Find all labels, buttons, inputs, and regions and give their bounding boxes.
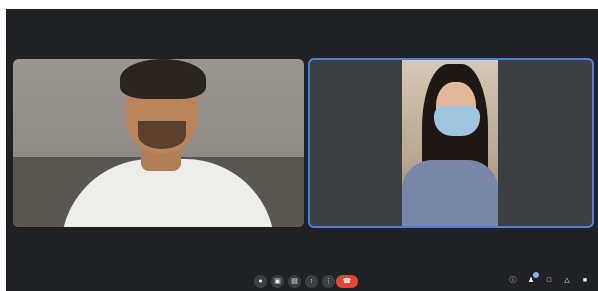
mic-icon: ● [258, 278, 263, 285]
camera-icon: ▣ [274, 278, 281, 285]
more-options-button[interactable]: ⋮ [322, 275, 335, 288]
host-controls-button[interactable]: ■ [580, 276, 590, 286]
captions-button[interactable]: ▤ [288, 275, 301, 288]
participant-tile-right[interactable] [308, 58, 594, 228]
participant-tile-left[interactable] [13, 59, 304, 227]
present-icon: ↑ [309, 278, 314, 285]
activities-button[interactable]: △ [562, 276, 572, 286]
present-button[interactable]: ↑ [305, 275, 318, 288]
participant-video-feed [402, 60, 498, 226]
people-count-badge [533, 272, 539, 278]
mic-button[interactable]: ● [254, 275, 267, 288]
activities-icon: △ [564, 277, 570, 284]
lock-icon: ■ [582, 277, 588, 284]
leave-call-button[interactable]: ☎ [336, 275, 358, 288]
people-icon: ♟ [527, 277, 535, 284]
chat-button[interactable]: □ [544, 276, 554, 286]
video-person-hair [120, 59, 206, 99]
video-person-beard [138, 121, 186, 149]
meeting-details-button[interactable]: ⓘ [508, 276, 518, 286]
camera-button[interactable]: ▣ [271, 275, 284, 288]
bottom-control-bar: ● ▣ ▤ ↑ ⋮ ☎ ⓘ ♟ □ △ ■ [6, 271, 598, 291]
captions-icon: ▤ [291, 278, 298, 285]
call-end-icon: ☎ [342, 278, 352, 285]
more-icon: ⋮ [325, 278, 332, 285]
chat-icon: □ [546, 277, 552, 284]
info-icon: ⓘ [509, 277, 517, 284]
video-person-body [402, 160, 498, 226]
meeting-stage: ● ▣ ▤ ↑ ⋮ ☎ ⓘ ♟ □ △ ■ [6, 9, 598, 291]
video-person-face-mask [434, 106, 480, 136]
